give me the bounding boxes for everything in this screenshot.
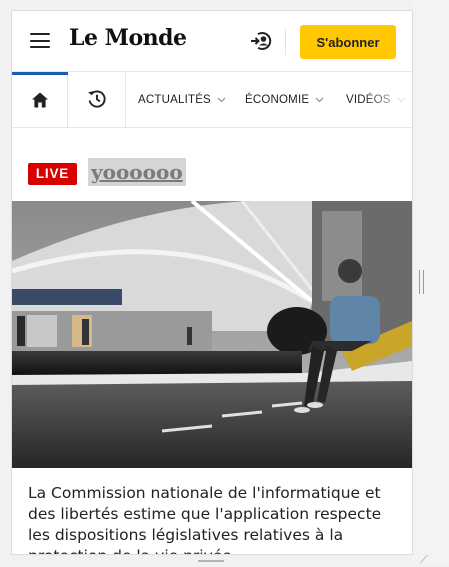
nav-home[interactable] bbox=[12, 72, 68, 127]
live-badge: LIVE bbox=[28, 163, 77, 185]
resize-handle[interactable] bbox=[419, 270, 424, 294]
chevron-down-icon bbox=[217, 97, 226, 102]
site-logo[interactable]: Le Monde bbox=[69, 25, 187, 51]
section-nav: ACTUALITÉS ÉCONOMIE VIDÉOS bbox=[12, 72, 412, 128]
tab-actualites[interactable]: ACTUALITÉS bbox=[138, 72, 226, 127]
account-icon[interactable] bbox=[249, 29, 273, 53]
site-header: Le Monde S'abonner bbox=[12, 11, 412, 72]
live-title-link[interactable]: yoooooo bbox=[88, 158, 186, 186]
article-photo[interactable] bbox=[12, 201, 412, 468]
article-summary[interactable]: La Commission nationale de l'informatiqu… bbox=[28, 483, 398, 554]
tab-label: ACTUALITÉS bbox=[138, 93, 211, 106]
header-divider bbox=[285, 29, 286, 55]
window-margin bbox=[412, 0, 449, 563]
bottom-drag-handle[interactable] bbox=[198, 560, 224, 562]
corner-resize-icon[interactable]: ⟋ bbox=[420, 553, 428, 567]
tab-economie[interactable]: ÉCONOMIE bbox=[245, 72, 324, 127]
active-indicator bbox=[12, 72, 68, 75]
history-icon bbox=[88, 90, 106, 108]
nav-fade bbox=[362, 72, 412, 127]
home-icon bbox=[32, 92, 48, 108]
mobile-viewport: Le Monde S'abonner ACTUALITÉS ÉCONOMIE L… bbox=[11, 10, 413, 555]
nav-history[interactable] bbox=[68, 72, 126, 127]
metro-station-image bbox=[12, 201, 412, 468]
subscribe-button[interactable]: S'abonner bbox=[300, 25, 396, 59]
menu-icon[interactable] bbox=[30, 33, 50, 49]
chevron-down-icon bbox=[315, 97, 324, 102]
tab-label: ÉCONOMIE bbox=[245, 93, 310, 106]
